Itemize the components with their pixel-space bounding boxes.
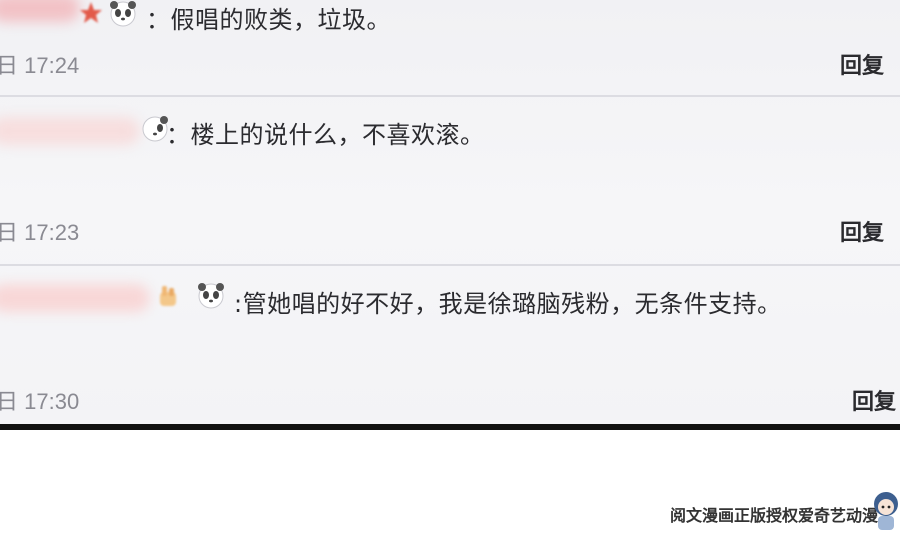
comment-item: ：假唱的败类，垃圾。 日 17:24 回复: [0, 0, 900, 96]
comment-item: :管她唱的好不好，我是徐璐脑残粉，无条件支持。 日 17:30 回复: [0, 266, 900, 424]
username-blurred: [0, 0, 80, 22]
reply-button[interactable]: 回复: [840, 48, 884, 80]
footer: 阅文漫画正版授权爱奇艺动漫: [600, 490, 900, 531]
frame-border: [0, 424, 900, 430]
comment-list-screenshot: ：假唱的败类，垃圾。 日 17:24 回复 ：楼上的说什么，不喜欢滚。 日 17…: [0, 0, 900, 424]
date-prefix: 日: [0, 220, 19, 245]
username-blurred: [0, 284, 150, 312]
reply-button[interactable]: 回复: [840, 215, 884, 247]
comment-text: ：假唱的败类，垃圾。: [146, 6, 391, 34]
comment-timestamp: 日 17:24: [0, 48, 79, 80]
username-blurred: [0, 117, 140, 145]
comment-timestamp: 日 17:30: [0, 384, 79, 416]
time-value: 17:23: [24, 220, 80, 245]
watermark-text: 阅文漫画正版授权爱奇艺动漫: [669, 506, 878, 525]
panda-emoji-icon: [196, 282, 226, 310]
time-value: 17:24: [24, 53, 80, 78]
date-prefix: 日: [0, 389, 19, 414]
mascot-icon: [872, 490, 900, 530]
comment-text: :管她唱的好不好，我是徐璐脑残粉，无条件支持。: [234, 290, 782, 318]
comment-timestamp: 日 17:23: [0, 215, 79, 247]
time-value: 17:30: [24, 389, 80, 414]
reply-button[interactable]: 回复: [852, 384, 896, 416]
hand-badge-icon: [156, 284, 182, 310]
star-badge-icon: [78, 0, 104, 26]
panda-emoji-icon: [108, 0, 138, 28]
comment-item: ：楼上的说什么，不喜欢滚。 日 17:23 回复: [0, 97, 900, 265]
comment-text: ：楼上的说什么，不喜欢滚。: [166, 121, 485, 149]
date-prefix: 日: [0, 53, 19, 78]
